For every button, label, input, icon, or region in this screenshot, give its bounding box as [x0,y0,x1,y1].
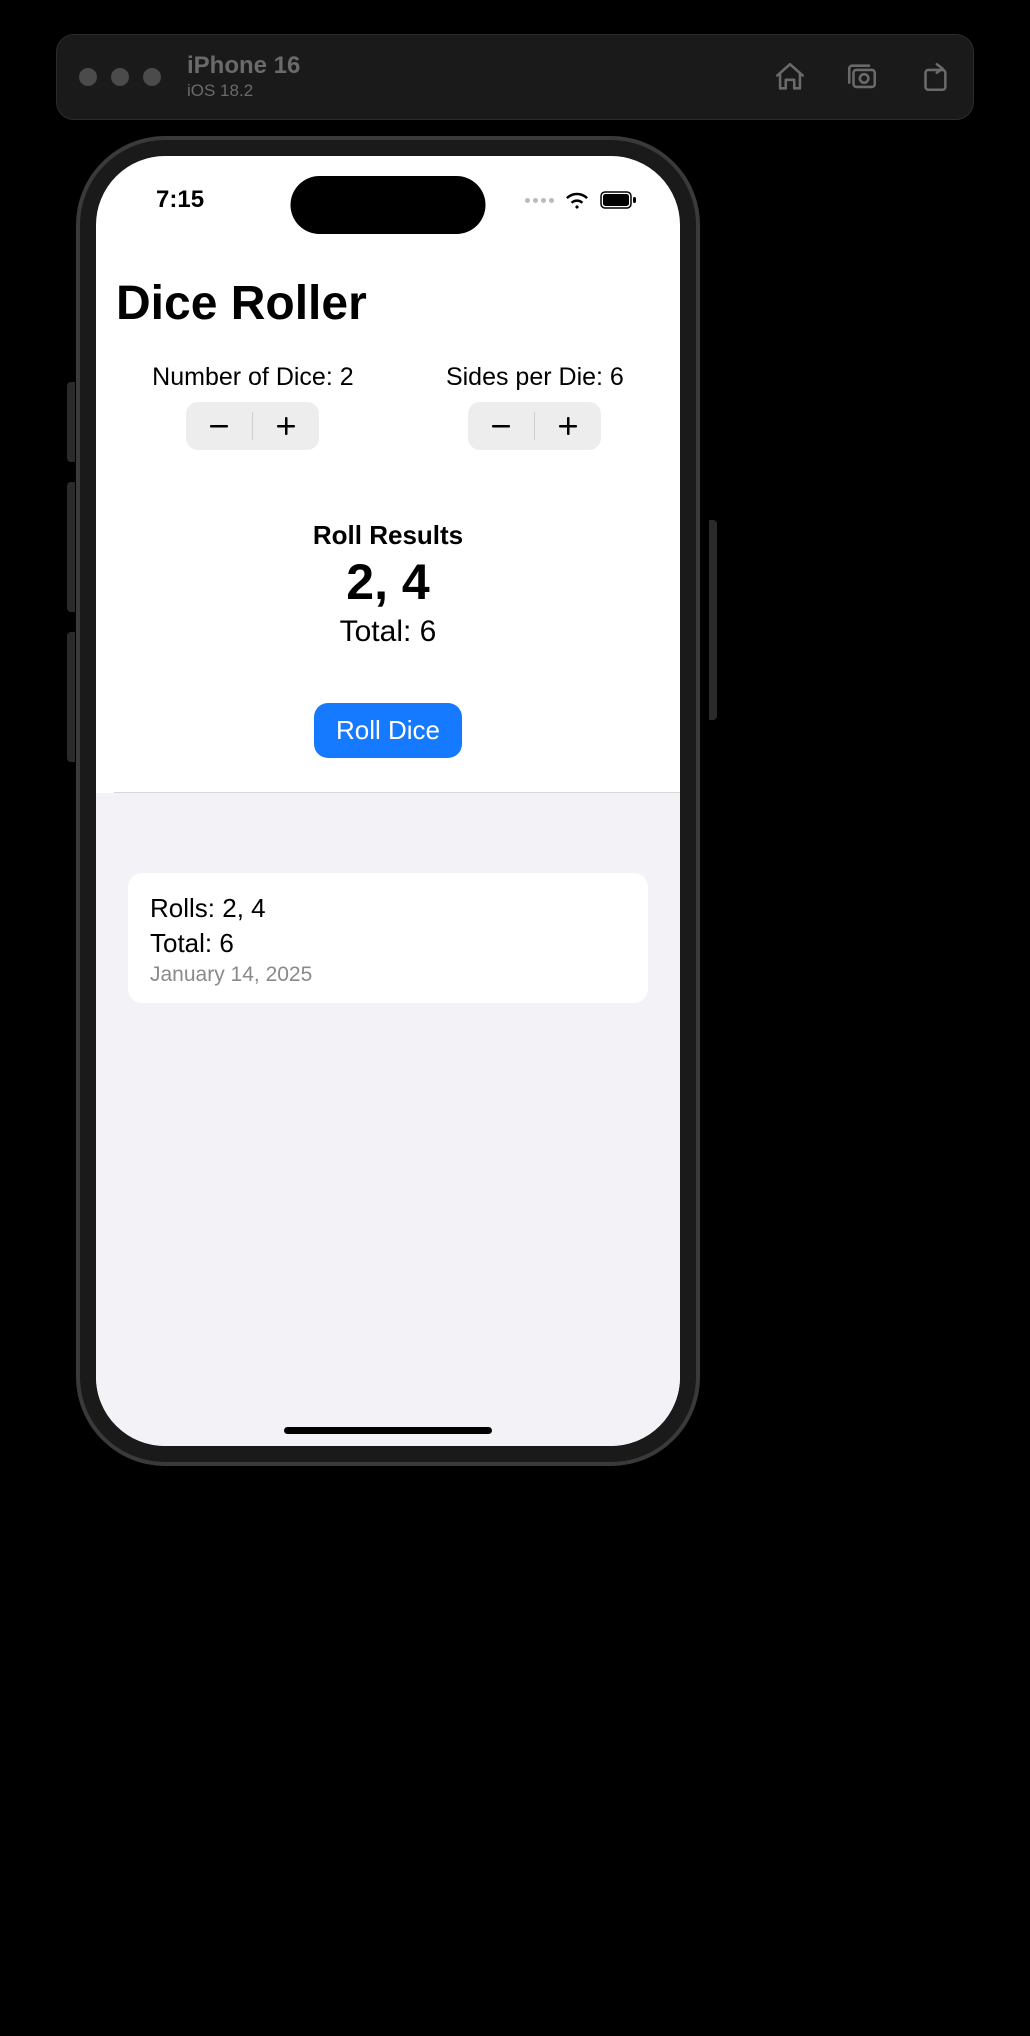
minimize-window-button[interactable] [111,68,129,86]
volume-up-button [67,482,75,612]
history-rolls: Rolls: 2, 4 [150,891,626,926]
sides-control: Sides per Die: 6 [446,363,624,450]
volume-down-button [67,632,75,762]
num-dice-stepper [186,402,319,450]
simulator-toolbar: iPhone 16 iOS 18.2 [56,34,974,120]
num-dice-control: Number of Dice: 2 [152,363,353,450]
window-controls [79,68,161,86]
results-total: Total: 6 [96,615,680,649]
screenshot-icon[interactable] [845,60,879,94]
device-name: iPhone 16 [187,53,300,78]
sides-label: Sides per Die: 6 [446,363,624,392]
results-values: 2, 4 [96,553,680,611]
results-section: Roll Results 2, 4 Total: 6 [96,520,680,649]
app-content: Dice Roller Number of Dice: 2 Sides per … [96,156,680,1446]
page-title: Dice Roller [96,276,680,359]
sides-stepper [468,402,601,450]
home-indicator[interactable] [284,1427,492,1434]
num-dice-increment-button[interactable] [253,402,319,450]
sides-decrement-button[interactable] [468,402,534,450]
os-version: iOS 18.2 [187,81,300,101]
history-list[interactable]: Rolls: 2, 4 Total: 6 January 14, 2025 [96,793,680,1446]
results-heading: Roll Results [96,520,680,551]
num-dice-label: Number of Dice: 2 [152,363,353,392]
num-dice-decrement-button[interactable] [186,402,252,450]
history-item[interactable]: Rolls: 2, 4 Total: 6 January 14, 2025 [128,873,648,1003]
power-button [709,520,717,720]
roll-dice-button[interactable]: Roll Dice [314,703,462,758]
rotate-icon[interactable] [917,60,951,94]
simulator-title: iPhone 16 iOS 18.2 [187,53,300,100]
close-window-button[interactable] [79,68,97,86]
history-date: January 14, 2025 [150,963,626,987]
sides-increment-button[interactable] [535,402,601,450]
phone-screen: 7:15 Dice Roller Number of Dice: 2 [80,140,696,1462]
history-total: Total: 6 [150,926,626,961]
home-icon[interactable] [773,60,807,94]
zoom-window-button[interactable] [143,68,161,86]
mute-switch [67,382,75,462]
